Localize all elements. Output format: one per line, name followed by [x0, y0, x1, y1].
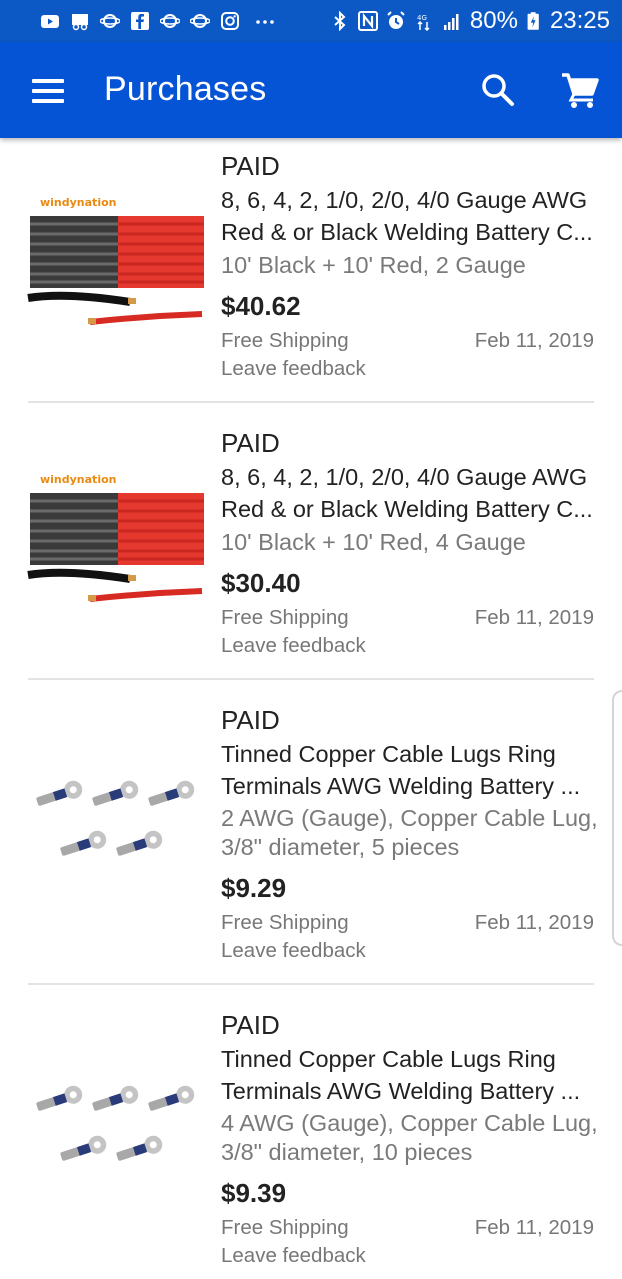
- menu-icon: [32, 79, 64, 83]
- order-date: Feb 11, 2019: [474, 606, 594, 629]
- purchase-item[interactable]: windynation PAID 8, 6, 4, 2, 1/0, 2/0, 4…: [0, 138, 622, 402]
- scroll-handle[interactable]: [612, 690, 622, 946]
- planet-icon: [160, 14, 180, 28]
- app-bar: Purchases: [0, 42, 622, 138]
- price: $30.40: [221, 568, 301, 598]
- shipping-info: Free Shipping: [221, 911, 349, 934]
- product-thumbnail: windynation: [26, 449, 208, 629]
- leave-feedback-link[interactable]: Leave feedback: [221, 939, 366, 963]
- notification-icons: [40, 11, 276, 31]
- brand-logo: windynation: [40, 473, 116, 486]
- divider: [28, 678, 594, 680]
- leave-feedback-link[interactable]: Leave feedback: [221, 357, 366, 381]
- page-title: Purchases: [104, 70, 267, 108]
- order-status: PAID: [221, 151, 280, 181]
- purchase-item[interactable]: PAID Tinned Copper Cable Lugs Ring Termi…: [0, 692, 622, 984]
- more-icon: [256, 20, 274, 24]
- status-bar: 4G 80% 23:25: [0, 0, 622, 42]
- nfc-icon: [357, 11, 378, 31]
- search-button[interactable]: [478, 70, 518, 110]
- price: $40.62: [221, 291, 301, 321]
- product-variant: 10' Black + 10' Red, 4 Gauge: [221, 529, 526, 555]
- shipping-info: Free Shipping: [221, 606, 349, 629]
- purchase-item[interactable]: PAID Tinned Copper Cable Lugs Ring Termi…: [0, 997, 622, 1279]
- product-variant: 10' Black + 10' Red, 2 Gauge: [221, 252, 526, 278]
- clock: 23:25: [549, 7, 610, 34]
- product-thumbnail: windynation: [26, 172, 208, 352]
- svg-text:4G: 4G: [417, 14, 427, 22]
- product-thumbnail: [26, 1037, 208, 1217]
- divider: [28, 983, 594, 985]
- brand-logo: windynation: [40, 196, 116, 209]
- product-title: 8, 6, 4, 2, 1/0, 2/0, 4/0 Gauge AWG Red …: [221, 464, 593, 522]
- order-status: PAID: [221, 428, 280, 458]
- system-icons: 4G 80% 23:25: [330, 7, 610, 35]
- price: $9.39: [221, 1178, 287, 1208]
- leave-feedback-link[interactable]: Leave feedback: [221, 1244, 366, 1268]
- search-icon: [482, 74, 514, 106]
- menu-button[interactable]: [32, 75, 66, 105]
- planet-icon: [190, 14, 210, 28]
- order-date: Feb 11, 2019: [474, 911, 594, 934]
- battery-percentage: 80%: [469, 7, 518, 34]
- order-status: PAID: [221, 1010, 280, 1040]
- product-variant: 2 AWG (Gauge), Copper Cable Lug, 3/8" di…: [221, 805, 598, 860]
- product-title: Tinned Copper Cable Lugs Ring Terminals …: [221, 741, 581, 799]
- cart-icon: [562, 73, 599, 108]
- product-title: Tinned Copper Cable Lugs Ring Terminals …: [221, 1046, 581, 1104]
- shipping-info: Free Shipping: [221, 1216, 349, 1239]
- product-thumbnail: [26, 732, 208, 912]
- instagram-icon: [221, 12, 239, 30]
- product-title: 8, 6, 4, 2, 1/0, 2/0, 4/0 Gauge AWG Red …: [221, 187, 593, 245]
- planet-icon: [100, 14, 120, 28]
- voicemail-icon: [72, 14, 88, 31]
- cart-button[interactable]: [560, 70, 600, 110]
- leave-feedback-link[interactable]: Leave feedback: [221, 634, 366, 658]
- product-variant: 4 AWG (Gauge), Copper Cable Lug, 3/8" di…: [221, 1110, 598, 1165]
- data-icon: 4G: [417, 14, 430, 31]
- order-status: PAID: [221, 705, 280, 735]
- bluetooth-icon: [334, 11, 346, 31]
- battery-icon: [527, 12, 539, 30]
- facebook-icon: [131, 12, 149, 30]
- order-date: Feb 11, 2019: [474, 329, 594, 352]
- purchase-item[interactable]: windynation PAID 8, 6, 4, 2, 1/0, 2/0, 4…: [0, 415, 622, 679]
- youtube-icon: [41, 15, 59, 28]
- divider: [28, 401, 594, 403]
- order-date: Feb 11, 2019: [474, 1216, 594, 1239]
- price: $9.29: [221, 873, 287, 903]
- alarm-icon: [387, 11, 405, 29]
- signal-icon: [443, 14, 459, 30]
- shipping-info: Free Shipping: [221, 329, 349, 352]
